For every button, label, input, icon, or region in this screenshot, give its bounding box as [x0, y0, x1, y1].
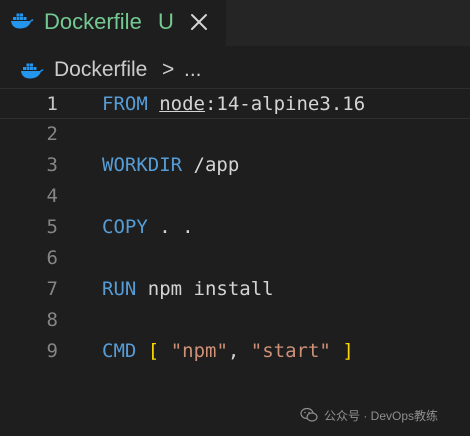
- token-plain: :14-alpine3.16: [204, 93, 366, 115]
- code-line[interactable]: 4: [0, 181, 470, 212]
- breadcrumb-more[interactable]: ...: [184, 56, 202, 84]
- tab-dockerfile[interactable]: Dockerfile U: [0, 0, 226, 46]
- line-number: 5: [46, 216, 58, 238]
- code-line[interactable]: 2: [0, 119, 470, 150]
- token-plain: /app: [182, 154, 240, 176]
- git-status-badge: U: [158, 9, 174, 34]
- breadcrumb-file[interactable]: Dockerfile: [54, 56, 147, 84]
- watermark: 公众号 · DevOps教练: [300, 404, 438, 426]
- breadcrumb-separator: >: [162, 58, 175, 81]
- line-number: 3: [46, 154, 58, 176]
- line-number: 4: [46, 185, 58, 207]
- docker-whale-icon: [11, 13, 34, 29]
- code-line[interactable]: 7 RUN npm install: [0, 274, 470, 305]
- token-plain: ,: [227, 340, 251, 362]
- line-code: CMD [ "npm", "start" ]: [102, 336, 354, 367]
- docker-whale-icon: [21, 63, 44, 79]
- line-number: 9: [46, 340, 58, 362]
- token-keyword: WORKDIR: [102, 154, 183, 176]
- line-number: 2: [46, 123, 58, 145]
- line-code: RUN npm install: [102, 274, 274, 305]
- close-icon[interactable]: [188, 11, 210, 33]
- token-bracket: [: [147, 340, 160, 362]
- token-image: node: [159, 93, 205, 115]
- code-line[interactable]: 5 COPY . .: [0, 212, 470, 243]
- token-plain: npm install: [136, 278, 274, 300]
- code-line[interactable]: 6: [0, 243, 470, 274]
- watermark-text: 公众号 · DevOps教练: [324, 408, 439, 423]
- line-code: WORKDIR /app: [102, 150, 239, 181]
- token-bracket: ]: [342, 340, 354, 362]
- line-number: 8: [46, 309, 58, 331]
- line-code: FROM node:14-alpine3.16: [102, 89, 365, 120]
- line-number: 1: [46, 93, 58, 115]
- line-number: 7: [46, 278, 58, 300]
- tab-bar: Dockerfile U: [0, 0, 470, 46]
- line-number: 6: [46, 247, 58, 269]
- token-keyword: COPY: [102, 216, 148, 238]
- token-string: "npm": [170, 340, 228, 362]
- code-line[interactable]: 1 FROM node:14-alpine3.16: [0, 88, 470, 119]
- tab-filename: Dockerfile: [44, 9, 142, 34]
- token-string: "start": [250, 340, 331, 362]
- code-line[interactable]: 3 WORKDIR /app: [0, 150, 470, 181]
- line-code: COPY . .: [102, 212, 194, 243]
- token-keyword: RUN: [102, 278, 137, 300]
- breadcrumb: Dockerfile > ...: [0, 52, 470, 86]
- code-editor[interactable]: 1 FROM node:14-alpine3.16 2 3 WORKDIR /app 4 5…: [0, 88, 470, 388]
- code-line[interactable]: 9 CMD [ "npm", "start" ]: [0, 336, 470, 367]
- token-keyword: FROM: [102, 93, 148, 115]
- code-line[interactable]: 8: [0, 305, 470, 336]
- token-plain: . .: [147, 216, 194, 238]
- token-keyword: CMD: [102, 340, 137, 362]
- wechat-icon: [300, 407, 318, 422]
